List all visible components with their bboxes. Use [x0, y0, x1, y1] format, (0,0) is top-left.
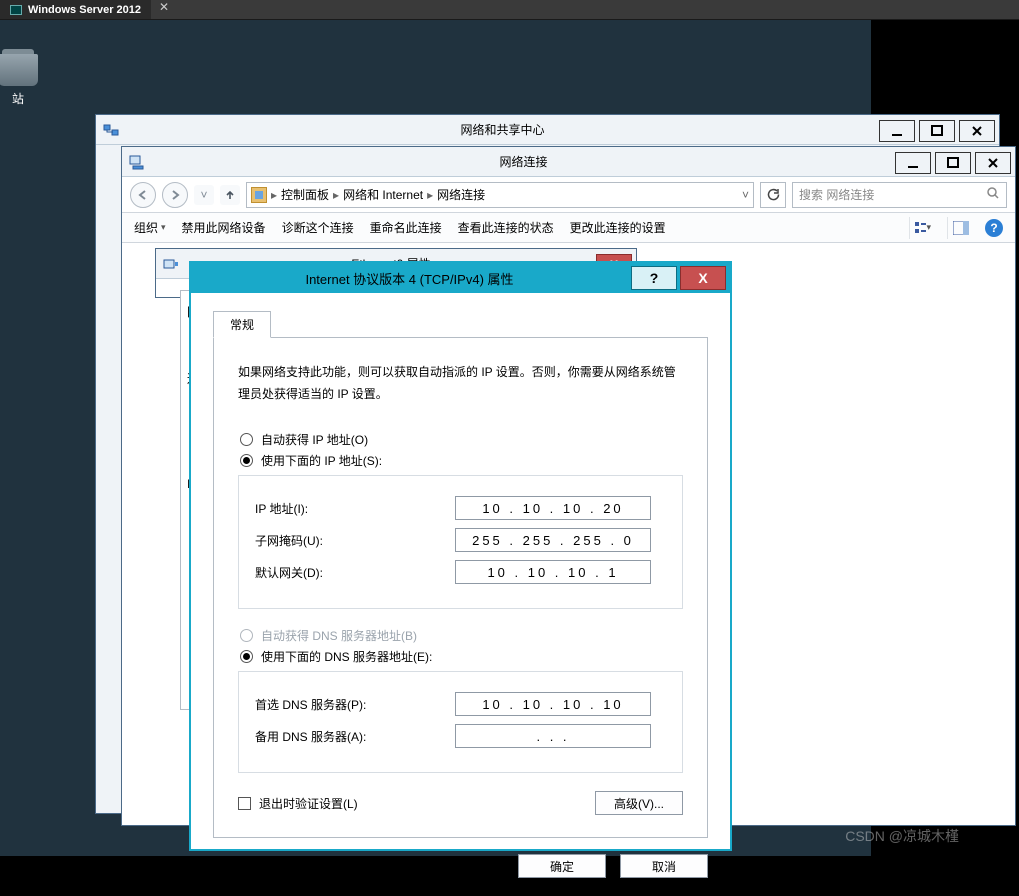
dialog-help-button[interactable]: ? [631, 266, 677, 290]
radio-manual-dns[interactable]: 使用下面的 DNS 服务器地址(E): [240, 648, 681, 665]
nav-up-button[interactable] [220, 185, 240, 205]
vm-tab-close-button[interactable]: ✕ [151, 0, 177, 19]
checkbox-validate-on-exit[interactable]: 退出时验证设置(L) [238, 795, 358, 812]
breadcrumb-sep: ▸ [427, 188, 433, 202]
ip-field-group: IP 地址(I): 10 . 10 . 10 . 20 子网掩码(U): 255… [238, 475, 683, 609]
radio-icon [240, 433, 253, 446]
nav-recent-button[interactable]: ˅ [194, 185, 214, 205]
explanation-text: 如果网络支持此功能，则可以获取自动指派的 IP 设置。否则，你需要从网络系统管理… [238, 362, 683, 405]
titlebar[interactable]: 网络和共享中心 [96, 115, 999, 145]
label-default-gateway: 默认网关(D): [255, 564, 455, 581]
input-subnet-mask[interactable]: 255 . 255 . 255 . 0 [455, 528, 651, 552]
toolbar-disable[interactable]: 禁用此网络设备 [182, 219, 266, 236]
refresh-icon [766, 188, 780, 202]
search-input[interactable]: 搜索 网络连接 [792, 182, 1007, 208]
recycle-bin[interactable]: 站 [0, 54, 38, 107]
nav-back-button[interactable] [130, 182, 156, 208]
toolbar-status[interactable]: 查看此连接的状态 [458, 219, 554, 236]
toolbar-organize-label: 组织 [134, 219, 158, 236]
toolbar-rename[interactable]: 重命名此连接 [370, 219, 442, 236]
toolbar: 组织 ▾ 禁用此网络设备 诊断这个连接 重命名此连接 查看此连接的状态 更改此连… [122, 213, 1015, 243]
input-ip-address[interactable]: 10 . 10 . 10 . 20 [455, 496, 651, 520]
vm-tab[interactable]: Windows Server 2012 [0, 0, 151, 19]
dns-field-group: 首选 DNS 服务器(P): 10 . 10 . 10 . 10 备用 DNS … [238, 671, 683, 773]
control-panel-icon [251, 187, 267, 203]
radio-manual-dns-label: 使用下面的 DNS 服务器地址(E): [261, 648, 432, 665]
network-connections-icon [129, 154, 145, 170]
label-preferred-dns: 首选 DNS 服务器(P): [255, 696, 455, 713]
nav-forward-button[interactable] [162, 182, 188, 208]
radio-auto-ip[interactable]: 自动获得 IP 地址(O) [240, 431, 681, 448]
refresh-button[interactable] [760, 182, 786, 208]
tab-general-content: 如果网络支持此功能，则可以获取自动指派的 IP 设置。否则，你需要从网络系统管理… [213, 338, 708, 838]
label-ip: IP 地址(I): [255, 500, 455, 517]
minimize-button[interactable] [879, 120, 915, 142]
close-button[interactable] [975, 152, 1011, 174]
view-options-button[interactable]: ▾ [909, 217, 931, 239]
search-placeholder: 搜索 网络连接 [799, 186, 874, 203]
toolbar-organize[interactable]: 组织 ▾ [134, 219, 166, 236]
window-title: 网络和共享中心 [126, 121, 879, 138]
ipv4-properties-dialog[interactable]: Internet 协议版本 4 (TCP/IPv4) 属性 ? X 常规 如果网… [189, 261, 732, 851]
breadcrumb[interactable]: ▸ 控制面板 ▸ 网络和 Internet ▸ 网络连接 ˅ [246, 182, 754, 208]
chevron-down-icon: ▾ [926, 222, 931, 233]
radio-icon [240, 454, 253, 467]
breadcrumb-sep: ▸ [333, 188, 339, 202]
checkbox-validate-label: 退出时验证设置(L) [259, 795, 358, 812]
arrow-right-icon [169, 189, 181, 201]
breadcrumb-seg2[interactable]: 网络和 Internet [343, 186, 423, 203]
input-preferred-dns[interactable]: 10 . 10 . 10 . 10 [455, 692, 651, 716]
ok-button[interactable]: 确定 [518, 854, 606, 878]
arrow-up-icon [224, 189, 236, 201]
breadcrumb-seg1[interactable]: 控制面板 [281, 186, 329, 203]
checkbox-icon [238, 797, 251, 810]
minimize-button[interactable] [895, 152, 931, 174]
adapter-icon [163, 256, 179, 272]
input-default-gateway[interactable]: 10 . 10 . 10 . 1 [455, 560, 651, 584]
monitor-icon [10, 5, 22, 15]
toolbar-change[interactable]: 更改此连接的设置 [570, 219, 666, 236]
radio-icon [240, 629, 253, 642]
toolbar-diagnose[interactable]: 诊断这个连接 [282, 219, 354, 236]
cancel-button[interactable]: 取消 [620, 854, 708, 878]
titlebar[interactable]: 网络连接 [122, 147, 1015, 177]
watermark: CSDN @凉城木槿 [845, 826, 959, 846]
preview-pane-button[interactable] [947, 217, 969, 239]
arrow-left-icon [137, 189, 149, 201]
advanced-button[interactable]: 高级(V)... [595, 791, 683, 815]
dialog-title: Internet 协议版本 4 (TCP/IPv4) 属性 [191, 269, 628, 288]
radio-auto-dns-label: 自动获得 DNS 服务器地址(B) [261, 627, 417, 644]
window-title: 网络连接 [152, 153, 895, 170]
network-center-icon [103, 122, 119, 138]
recycle-bin-label: 站 [0, 90, 38, 107]
label-alternate-dns: 备用 DNS 服务器(A): [255, 728, 455, 745]
close-button[interactable] [959, 120, 995, 142]
dialog-titlebar[interactable]: Internet 协议版本 4 (TCP/IPv4) 属性 ? X [191, 263, 730, 293]
maximize-button[interactable] [935, 152, 971, 174]
label-subnet-mask: 子网掩码(U): [255, 532, 455, 549]
vm-tab-bar: Windows Server 2012 ✕ [0, 0, 1019, 20]
radio-manual-ip[interactable]: 使用下面的 IP 地址(S): [240, 452, 681, 469]
vm-tab-label: Windows Server 2012 [28, 4, 141, 16]
radio-icon [240, 650, 253, 663]
radio-auto-dns: 自动获得 DNS 服务器地址(B) [240, 627, 681, 644]
search-icon [986, 186, 1000, 203]
chevron-down-icon: ▾ [161, 222, 166, 233]
dialog-button-row: 确定 取消 [213, 854, 708, 878]
recycle-bin-icon [0, 54, 38, 86]
breadcrumb-seg3[interactable]: 网络连接 [437, 186, 485, 203]
dialog-close-button[interactable]: X [680, 266, 726, 290]
breadcrumb-dropdown[interactable]: ˅ [742, 188, 749, 202]
maximize-button[interactable] [919, 120, 955, 142]
radio-auto-ip-label: 自动获得 IP 地址(O) [261, 431, 368, 448]
radio-manual-ip-label: 使用下面的 IP 地址(S): [261, 452, 382, 469]
address-bar-row: ˅ ▸ 控制面板 ▸ 网络和 Internet ▸ 网络连接 ˅ 搜索 网络连接 [122, 177, 1015, 213]
help-button[interactable]: ? [985, 219, 1003, 237]
breadcrumb-sep: ▸ [271, 188, 277, 202]
list-view-icon [914, 221, 926, 235]
input-alternate-dns[interactable]: . . . [455, 724, 651, 748]
preview-pane-icon [953, 221, 969, 235]
tab-general[interactable]: 常规 [213, 311, 271, 338]
tab-strip: 常规 [213, 311, 708, 338]
